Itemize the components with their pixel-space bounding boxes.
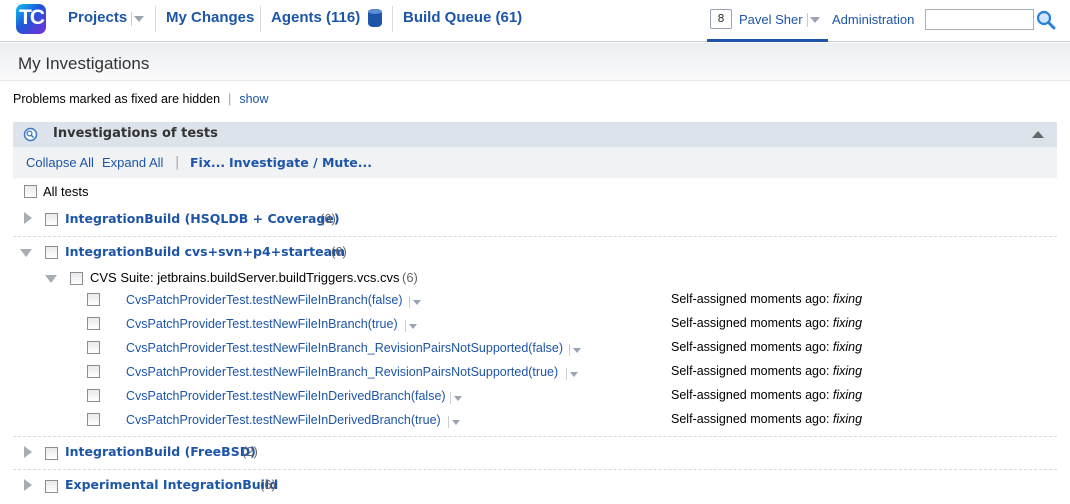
- test-checkbox[interactable]: [87, 389, 100, 402]
- investigation-state: fixing: [832, 316, 863, 330]
- test-checkbox[interactable]: [87, 365, 100, 378]
- test-name-link[interactable]: CvsPatchProviderTest.testNewFileInBranch…: [126, 341, 563, 355]
- chevron-down-icon: [454, 396, 462, 401]
- test-name-link[interactable]: CvsPatchProviderTest.testNewFileInBranch…: [126, 317, 398, 331]
- row-divider: [13, 436, 1057, 437]
- group-count: (2): [242, 444, 258, 459]
- group-count: (6): [320, 211, 336, 226]
- investigation-state: fixing: [832, 340, 863, 354]
- collapse-suite-icon[interactable]: [45, 275, 57, 283]
- show-fixed-link[interactable]: show: [239, 92, 268, 106]
- test-actions-dropdown[interactable]: [450, 392, 464, 404]
- search-input[interactable]: [925, 9, 1034, 30]
- test-actions-dropdown[interactable]: [405, 320, 419, 332]
- investigation-icon: [23, 127, 38, 142]
- investigation-state: fixing: [832, 388, 863, 402]
- nav-separator: [392, 6, 393, 32]
- group-name-link[interactable]: IntegrationBuild (HSQLDB + Coverage): [65, 211, 340, 226]
- investigation-state: fixing: [832, 364, 863, 378]
- all-tests-checkbox[interactable]: [24, 185, 37, 198]
- expand-group-icon[interactable]: [24, 446, 32, 458]
- chevron-down-icon: [409, 324, 417, 329]
- fix-button[interactable]: Fix...: [190, 155, 225, 170]
- row-divider: [13, 236, 1057, 237]
- investigation-state: fixing: [832, 412, 863, 426]
- chevron-down-icon: [413, 300, 421, 305]
- user-dropdown-separator: [807, 13, 808, 27]
- toolbar-separator: |: [175, 155, 180, 170]
- suite-name: CVS Suite: jetbrains.buildServer.buildTr…: [90, 270, 400, 285]
- teamcity-logo[interactable]: TC: [16, 4, 46, 34]
- nav-projects[interactable]: Projects: [68, 9, 127, 26]
- investigation-status: Self-assigned moments ago: fixing: [671, 412, 863, 426]
- user-dropdown-icon[interactable]: [810, 17, 820, 23]
- group-checkbox[interactable]: [45, 480, 58, 493]
- collapse-section-icon[interactable]: [1032, 131, 1044, 138]
- test-actions-dropdown[interactable]: [448, 416, 462, 428]
- group-name-link[interactable]: IntegrationBuild (FreeBSD): [65, 444, 256, 459]
- nav-separator: [260, 6, 261, 32]
- user-menu[interactable]: 8 Pavel Sher: [707, 0, 828, 42]
- page-header: My Investigations: [0, 43, 1070, 81]
- test-checkbox[interactable]: [87, 413, 100, 426]
- expand-group-icon[interactable]: [24, 479, 32, 491]
- search-icon[interactable]: [1036, 10, 1056, 30]
- hidden-note-text: Problems marked as fixed are hidden: [13, 92, 221, 106]
- test-actions-dropdown[interactable]: [409, 296, 423, 308]
- group-count: (6): [260, 477, 276, 492]
- investigation-state: fixing: [832, 292, 863, 306]
- user-name-link[interactable]: Pavel Sher: [739, 12, 803, 27]
- row-divider: [13, 469, 1057, 470]
- section-header[interactable]: Investigations of tests: [13, 122, 1057, 147]
- expand-group-icon[interactable]: [24, 212, 32, 224]
- investigation-status: Self-assigned moments ago: fixing: [671, 364, 863, 378]
- investigate-mute-button[interactable]: Investigate / Mute...: [229, 155, 372, 170]
- group-checkbox[interactable]: [45, 447, 58, 460]
- nav-separator: [155, 6, 156, 32]
- test-checkbox[interactable]: [87, 293, 100, 306]
- group-name-link[interactable]: IntegrationBuild cvs+svn+p4+starteam: [65, 244, 345, 259]
- investigation-status: Self-assigned moments ago: fixing: [671, 340, 863, 354]
- investigation-status: Self-assigned moments ago: fixing: [671, 316, 863, 330]
- logo-text: TC: [19, 6, 45, 29]
- administration-link[interactable]: Administration: [832, 12, 914, 27]
- test-checkbox[interactable]: [87, 317, 100, 330]
- chevron-down-icon: [570, 372, 578, 377]
- test-actions-dropdown[interactable]: [566, 368, 580, 380]
- top-navigation-bar: TC Projects My Changes Agents (116) Buil…: [0, 0, 1070, 42]
- section-title: Investigations of tests: [53, 126, 218, 141]
- projects-dropdown-icon[interactable]: [134, 16, 144, 22]
- chevron-down-icon: [573, 348, 581, 353]
- group-checkbox[interactable]: [45, 213, 58, 226]
- agents-database-icon: [368, 9, 382, 27]
- expand-all-link[interactable]: Expand All: [102, 155, 163, 170]
- nav-build-queue[interactable]: Build Queue (61): [403, 9, 522, 26]
- test-name-link[interactable]: CvsPatchProviderTest.testNewFileInDerive…: [126, 389, 446, 403]
- nav-my-changes[interactable]: My Changes: [166, 9, 254, 26]
- page-title: My Investigations: [18, 54, 150, 73]
- group-name-link[interactable]: Experimental IntegrationBuild: [65, 477, 278, 492]
- investigation-status: Self-assigned moments ago: fixing: [671, 292, 863, 306]
- test-name-link[interactable]: CvsPatchProviderTest.testNewFileInBranch…: [126, 293, 403, 307]
- chevron-down-icon: [452, 420, 460, 425]
- investigation-status: Self-assigned moments ago: fixing: [671, 388, 863, 402]
- suite-count: (6): [402, 270, 418, 285]
- projects-dropdown-separator: [131, 12, 132, 26]
- group-count: (6): [331, 244, 347, 259]
- collapse-group-icon[interactable]: [20, 249, 32, 257]
- suite-checkbox[interactable]: [70, 272, 83, 285]
- test-name-link[interactable]: CvsPatchProviderTest.testNewFileInBranch…: [126, 365, 558, 379]
- collapse-all-link[interactable]: Collapse All: [26, 155, 94, 170]
- group-checkbox[interactable]: [45, 246, 58, 259]
- user-changes-count-badge[interactable]: 8: [710, 9, 732, 29]
- all-tests-label: All tests: [43, 184, 89, 199]
- test-name-link[interactable]: CvsPatchProviderTest.testNewFileInDerive…: [126, 413, 441, 427]
- test-actions-dropdown[interactable]: [569, 344, 583, 356]
- investigations-toolbar: Collapse All Expand All | Fix... Investi…: [13, 147, 1057, 178]
- note-separator: |: [228, 92, 232, 106]
- nav-agents[interactable]: Agents (116): [271, 9, 360, 26]
- test-checkbox[interactable]: [87, 341, 100, 354]
- hidden-problems-note: Problems marked as fixed are hidden | show: [13, 92, 269, 106]
